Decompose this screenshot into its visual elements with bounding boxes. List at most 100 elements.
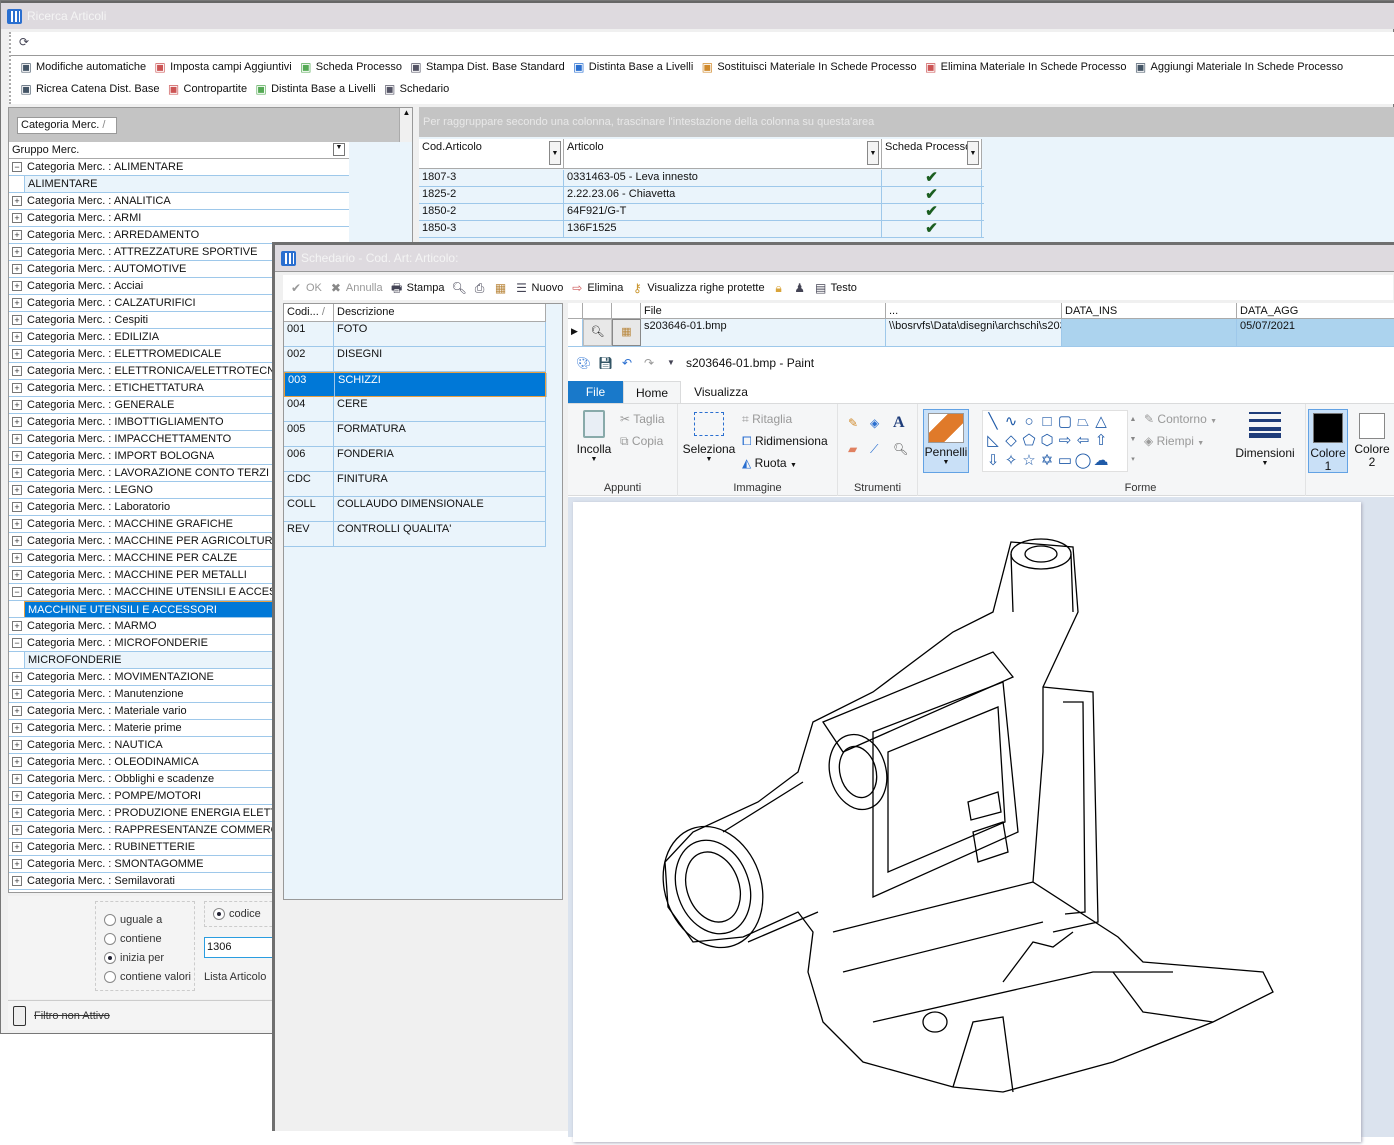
col-header-codice[interactable]: Codi... / <box>284 304 334 322</box>
toolbar-button-scheda-processo[interactable]: ▣ Scheda Processo <box>299 60 402 74</box>
redo-icon[interactable]: ↷ <box>642 356 656 370</box>
file-row[interactable]: ▶ 🔍︎ ▦ s203646-01.bmp \\bosrvfs\Data\disegni… <box>568 319 1394 347</box>
expand-icon[interactable]: + <box>12 434 22 444</box>
column-filter-dropdown[interactable]: ▼ <box>549 141 561 165</box>
image-canvas[interactable] <box>573 502 1361 1142</box>
expand-icon[interactable]: + <box>12 706 22 716</box>
shape-option[interactable]: ⬠ <box>1020 431 1038 449</box>
file-col-header-1[interactable]: ... <box>886 303 1062 319</box>
category-row[interactable]: 003 SCHIZZI <box>284 372 547 397</box>
view-file-button[interactable]: 🔍︎ <box>583 319 612 346</box>
category-row[interactable]: 001 FOTO <box>284 322 546 347</box>
expand-icon[interactable]: + <box>12 553 22 563</box>
expand-icon[interactable]: + <box>12 315 22 325</box>
table-row[interactable]: 1850-2 64F921/G-T ✔ <box>419 204 984 221</box>
stampa-button[interactable]: 🖶 Stampa <box>390 281 445 295</box>
category-row[interactable]: 005 FORMATURA <box>284 422 546 447</box>
shape-option[interactable]: ⇨ <box>1056 431 1074 449</box>
expand-icon[interactable]: + <box>12 723 22 733</box>
shape-option[interactable]: ⏢ <box>1074 412 1092 430</box>
ruota-button[interactable]: ◭ Ruota ▼ <box>742 456 797 470</box>
tab-home[interactable]: Home <box>623 381 681 403</box>
expand-icon[interactable]: + <box>12 621 22 631</box>
collapse-icon[interactable]: − <box>12 638 22 648</box>
expand-icon[interactable]: + <box>12 791 22 801</box>
expand-icon[interactable]: + <box>12 502 22 512</box>
tree-group-row[interactable]: + Categoria Merc. : ANALITICA <box>9 193 349 210</box>
expand-icon[interactable]: + <box>12 366 22 376</box>
toolbar-button-schedario[interactable]: ▣ Schedario <box>383 82 449 96</box>
group-chip[interactable]: Categoria Merc. / <box>17 117 117 134</box>
expand-icon[interactable]: + <box>12 451 22 461</box>
shapes-gallery[interactable]: ╲ ∿ ○ □ ▢ ⏢ △ ◺ ◇ ⬠ ⬡ ⇨ ⇦ ⇧ ⇩ ✧ ☆ ✡ ▭ ◯ ☁ <box>982 410 1128 472</box>
ritaglia-button[interactable]: ⌗ Ritaglia <box>742 412 792 427</box>
expand-icon[interactable]: + <box>12 842 22 852</box>
tree-group-row[interactable]: − Categoria Merc. : ALIMENTARE <box>9 159 349 176</box>
toolbar-button-sostituisci-materiale-in-schede-processo[interactable]: ▣ Sostituisci Materiale In Schede Process… <box>700 60 917 74</box>
shape-option[interactable]: ▭ <box>1056 451 1074 469</box>
expand-icon[interactable]: + <box>12 383 22 393</box>
col-header-2[interactable]: Scheda Processo ▼ <box>882 139 982 169</box>
expand-icon[interactable]: + <box>12 740 22 750</box>
category-row[interactable]: CDC FINITURA <box>284 472 546 497</box>
shape-option[interactable]: ✡ <box>1038 451 1056 469</box>
visualizza-button[interactable]: ⚷ Visualizza righe protette <box>630 281 765 295</box>
seleziona-button[interactable]: Seleziona ▼ <box>682 412 736 463</box>
toolbar-button-modifiche-automatiche[interactable]: ▣ Modifiche automatiche <box>19 60 146 74</box>
match-radio-2[interactable]: inizia per <box>104 952 164 965</box>
save-icon[interactable]: 💾︎ <box>598 356 613 370</box>
open-file-button[interactable]: ▦ <box>612 319 641 346</box>
magnifier-icon[interactable]: 🔍︎ <box>893 442 908 456</box>
dimensioni-button[interactable]: Dimensioni ▼ <box>1230 412 1300 467</box>
toolbar-button-imposta-campi-aggiuntivi[interactable]: ▣ Imposta campi Aggiuntivi <box>153 60 291 74</box>
tree-group-row[interactable]: + Categoria Merc. : ARMI <box>9 210 349 227</box>
shape-option[interactable]: ☁ <box>1092 451 1110 469</box>
toolbar-button-elimina-materiale-in-schede-processo[interactable]: ▣ Elimina Materiale In Schede Processo <box>924 60 1127 74</box>
taglia-button[interactable]: ✂ Taglia <box>620 412 665 426</box>
category-row[interactable]: 006 FONDERIA <box>284 447 546 472</box>
tree-header-dropdown[interactable]: ▼ <box>333 143 345 156</box>
expand-icon[interactable]: + <box>12 519 22 529</box>
colore2-button[interactable]: Colore 2 <box>1352 409 1392 473</box>
box-button[interactable]: ▦ <box>494 281 508 295</box>
category-row[interactable]: 004 CERE <box>284 397 546 422</box>
table-row[interactable]: 1850-3 136F1525 ✔ <box>419 221 984 238</box>
expand-icon[interactable]: + <box>12 808 22 818</box>
category-row[interactable]: REV CONTROLLI QUALITA' <box>284 522 546 547</box>
field-radio-0[interactable]: codice <box>213 908 261 921</box>
user-button[interactable]: ♟ <box>793 281 807 295</box>
text-icon[interactable]: A <box>893 414 905 432</box>
annulla-button[interactable]: ✖ Annulla <box>329 281 383 295</box>
search-button[interactable]: 🔍︎ <box>452 281 467 295</box>
column-filter-dropdown[interactable]: ▼ <box>967 141 979 165</box>
shape-option[interactable]: ✧ <box>1002 451 1020 469</box>
toolbar-button-ricrea-catena-dist-base[interactable]: ▣ Ricrea Catena Dist. Base <box>19 82 159 96</box>
filter-status[interactable]: Filtro non Attivo <box>34 1010 110 1022</box>
tree-child-row[interactable]: ALIMENTARE <box>9 176 349 193</box>
toolbar-button-distinta-base-a-livelli[interactable]: ▣ Distinta Base a Livelli <box>254 82 375 96</box>
expand-icon[interactable]: + <box>12 281 22 291</box>
match-radio-1[interactable]: contiene <box>104 933 162 946</box>
undo-icon[interactable]: ↶ <box>620 356 634 370</box>
expand-icon[interactable]: + <box>12 468 22 478</box>
testo-button[interactable]: ▤ Testo <box>814 281 857 295</box>
expand-icon[interactable]: + <box>12 825 22 835</box>
toolbar-button-distinta-base-a-livelli[interactable]: ▣ Distinta Base a Livelli <box>572 60 693 74</box>
expand-icon[interactable]: + <box>12 298 22 308</box>
table-row[interactable]: 1807-3 0331463-05 - Leva innesto ✔ <box>419 170 984 187</box>
pencil-icon[interactable]: ✎ <box>848 416 858 430</box>
match-radio-0[interactable]: uguale a <box>104 914 162 927</box>
nuovo-button[interactable]: ☰ Nuovo <box>515 281 563 295</box>
tree-scrollbar[interactable]: ▲ <box>399 108 412 142</box>
shape-option[interactable]: ◯ <box>1074 451 1092 469</box>
shape-option[interactable]: ⇦ <box>1074 431 1092 449</box>
category-row[interactable]: COLL COLLAUDO DIMENSIONALE <box>284 497 546 522</box>
tab-file[interactable]: File <box>568 381 623 403</box>
shape-option[interactable]: △ <box>1092 412 1110 430</box>
shape-option[interactable]: ∿ <box>1002 412 1020 430</box>
file-col-header-2[interactable]: DATA_INS <box>1062 303 1237 319</box>
fill-icon[interactable]: ◈ <box>870 416 879 430</box>
file-col-header-3[interactable]: DATA_AGG <box>1237 303 1394 319</box>
col-header-1[interactable]: Articolo ▼ <box>564 139 882 169</box>
eraser-icon[interactable]: ▰ <box>848 442 857 456</box>
